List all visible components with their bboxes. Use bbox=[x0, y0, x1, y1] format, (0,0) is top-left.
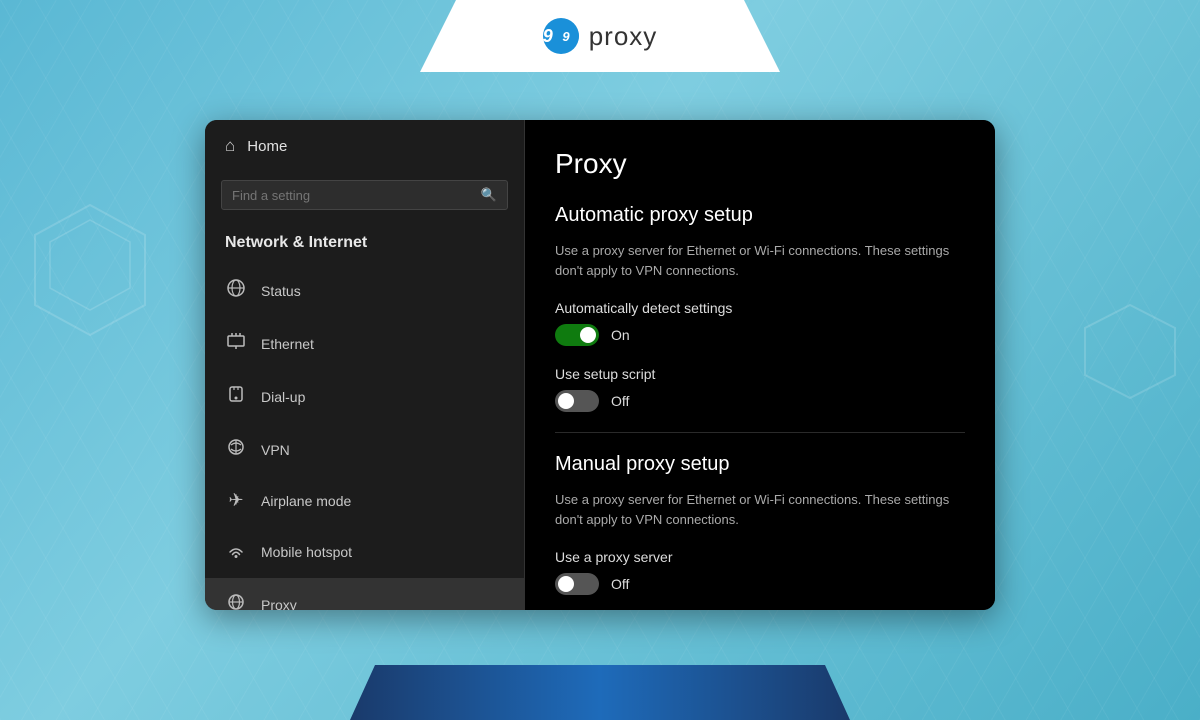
setup-script-state: Off bbox=[611, 393, 629, 409]
bottom-banner bbox=[350, 665, 850, 720]
proxy-server-toggle-knob bbox=[558, 576, 574, 592]
dialup-label: Dial-up bbox=[261, 389, 305, 405]
sidebar-item-airplane[interactable]: ✈ Airplane mode bbox=[205, 476, 524, 525]
search-icon: 🔍 bbox=[481, 187, 497, 203]
dialup-icon bbox=[225, 384, 247, 409]
section-label: Network & Internet bbox=[205, 226, 524, 264]
svg-text:9: 9 bbox=[562, 29, 570, 44]
sidebar-item-ethernet[interactable]: Ethernet bbox=[205, 317, 524, 370]
brand-name: proxy bbox=[589, 21, 658, 52]
sidebar: ⌂ Home 🔍 Network & Internet Status bbox=[205, 120, 525, 610]
auto-detect-setting: Automatically detect settings On bbox=[555, 300, 965, 346]
proxy-server-state: Off bbox=[611, 576, 629, 592]
hex-decoration-left bbox=[30, 200, 150, 340]
top-banner: 9 proxy bbox=[420, 0, 780, 72]
home-icon: ⌂ bbox=[225, 136, 235, 156]
sidebar-item-proxy[interactable]: Proxy bbox=[205, 578, 524, 610]
auto-detect-label: Automatically detect settings bbox=[555, 300, 965, 316]
sidebar-item-status[interactable]: Status bbox=[205, 264, 524, 317]
home-label: Home bbox=[247, 138, 287, 155]
auto-detect-state: On bbox=[611, 327, 630, 343]
hotspot-icon bbox=[225, 539, 247, 564]
vpn-label: VPN bbox=[261, 442, 290, 458]
settings-window: ⌂ Home 🔍 Network & Internet Status bbox=[205, 120, 995, 610]
setup-script-setting: Use setup script Off bbox=[555, 366, 965, 412]
auto-section-desc: Use a proxy server for Ethernet or Wi-Fi… bbox=[555, 241, 965, 280]
home-nav-item[interactable]: ⌂ Home bbox=[205, 120, 524, 172]
status-label: Status bbox=[261, 283, 301, 299]
search-input[interactable] bbox=[232, 188, 481, 203]
ethernet-icon bbox=[225, 331, 247, 356]
status-icon bbox=[225, 278, 247, 303]
proxy-nav-label: Proxy bbox=[261, 597, 297, 611]
hex-decoration-right bbox=[1080, 300, 1180, 415]
setup-script-toggle[interactable] bbox=[555, 390, 599, 412]
search-box[interactable]: 🔍 bbox=[221, 180, 508, 210]
auto-detect-toggle[interactable] bbox=[555, 324, 599, 346]
airplane-icon: ✈ bbox=[225, 490, 247, 511]
proxy-server-toggle[interactable] bbox=[555, 573, 599, 595]
airplane-label: Airplane mode bbox=[261, 493, 351, 509]
section-divider bbox=[555, 432, 965, 433]
sidebar-item-dialup[interactable]: Dial-up bbox=[205, 370, 524, 423]
setup-script-label: Use setup script bbox=[555, 366, 965, 382]
setup-script-toggle-knob bbox=[558, 393, 574, 409]
manual-section-desc: Use a proxy server for Ethernet or Wi-Fi… bbox=[555, 490, 965, 529]
proxy-server-setting: Use a proxy server Off bbox=[555, 549, 965, 595]
sidebar-item-vpn[interactable]: VPN bbox=[205, 423, 524, 476]
sidebar-item-hotspot[interactable]: Mobile hotspot bbox=[205, 525, 524, 578]
page-title: Proxy bbox=[555, 148, 965, 180]
hotspot-label: Mobile hotspot bbox=[261, 544, 352, 560]
auto-detect-toggle-knob bbox=[580, 327, 596, 343]
vpn-icon bbox=[225, 437, 247, 462]
main-content: Proxy Automatic proxy setup Use a proxy … bbox=[525, 120, 995, 610]
manual-section-title: Manual proxy setup bbox=[555, 453, 965, 476]
ethernet-label: Ethernet bbox=[261, 336, 314, 352]
proxy-server-label: Use a proxy server bbox=[555, 549, 965, 565]
proxy-logo-icon: 9 bbox=[543, 18, 579, 54]
proxy-nav-icon bbox=[225, 592, 247, 610]
auto-section-title: Automatic proxy setup bbox=[555, 204, 965, 227]
